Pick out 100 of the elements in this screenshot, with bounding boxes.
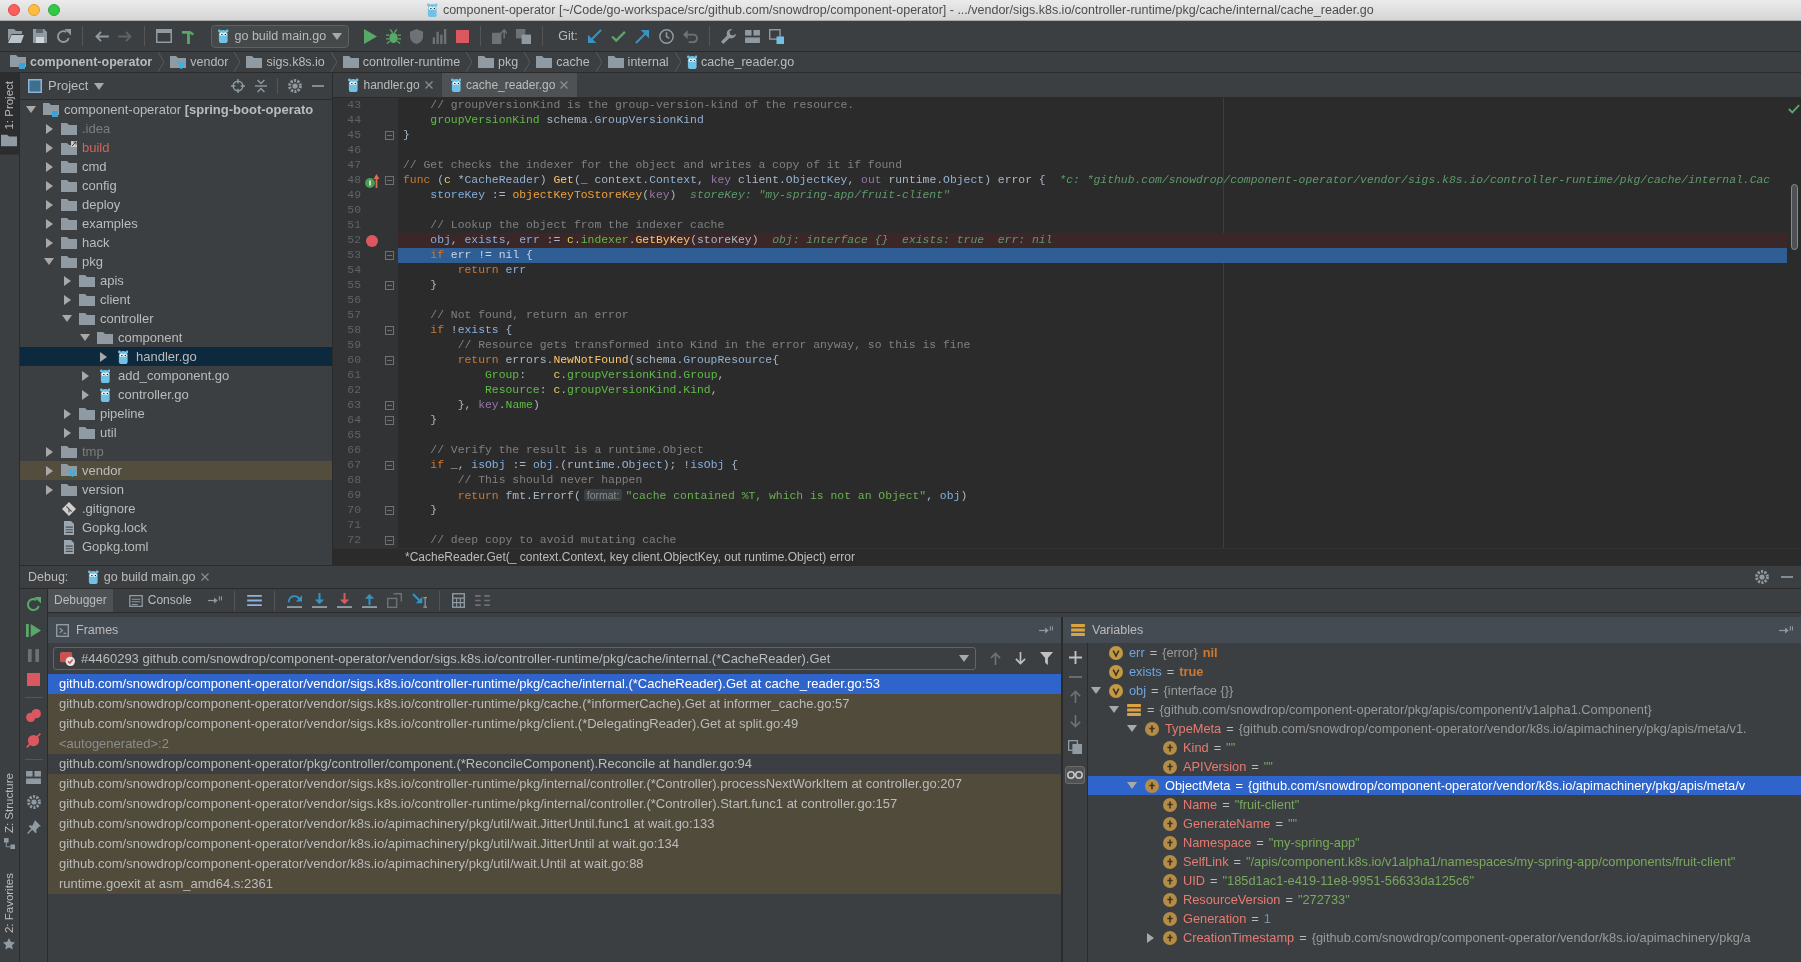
pause-icon[interactable] [28,649,39,662]
layers-icon[interactable] [516,28,532,44]
caret-down-icon[interactable] [1091,687,1101,694]
caret-down-icon[interactable] [1127,725,1137,732]
fold-marker-icon[interactable] [385,461,394,470]
fold-marker-icon[interactable] [385,536,394,545]
step-over-icon[interactable] [286,593,302,608]
hammer-icon[interactable] [181,28,196,44]
tree-item[interactable]: apis [20,271,332,290]
breakpoints-icon[interactable] [26,709,41,722]
breadcrumb-item[interactable]: controller-runtime [338,54,465,70]
fold-marker-icon[interactable] [385,326,394,335]
open-folder-icon[interactable] [8,29,24,43]
drop-frame-icon[interactable] [386,593,402,608]
watches-toggle[interactable] [1065,766,1085,784]
layout-icon[interactable] [26,771,41,784]
fold-marker-icon[interactable] [385,356,394,365]
stack-frame[interactable]: github.com/snowdrop/component-operator/vendor/sigs.k8s.io/controller-runtime/pkg/cache/internal.(*CacheReader).Get at cache_reader.go:53 [48,674,1061,694]
columns-icon[interactable] [474,595,490,606]
variable-item[interactable]: obj = {interface {}} [1088,681,1801,700]
breadcrumb-item[interactable]: internal [603,54,673,70]
tree-item[interactable]: util [20,423,332,442]
variable-item[interactable]: Generation = 1 [1088,909,1801,928]
variable-item[interactable]: UID = "185d1ac1-e419-11e8-9951-56633da125c6" [1088,871,1801,890]
fold-marker-icon[interactable] [385,506,394,515]
window-icon[interactable] [156,29,172,43]
breadcrumb-item[interactable]: cache [532,54,594,70]
project-view-dropdown[interactable]: Project [28,78,105,94]
back-arrow-icon[interactable] [94,30,109,42]
fold-marker-icon[interactable] [385,251,394,260]
calculator-icon[interactable] [451,593,465,608]
settings-icon[interactable] [1755,570,1769,584]
caret-down-icon[interactable] [62,315,72,322]
restore-layout-icon[interactable] [207,596,222,605]
tree-item[interactable]: config [20,176,332,195]
tree-item[interactable]: Gopkg.lock [20,518,332,537]
down-arrow-icon[interactable] [1015,652,1026,665]
variable-item[interactable]: TypeMeta = {github.com/snowdrop/component-operator/vendor/k8s.io/apimachinery/pkg/apis/meta/v1. [1088,719,1801,738]
resume-icon[interactable] [26,623,41,638]
variable-item[interactable]: ObjectMeta = {github.com/snowdrop/component-operator/vendor/k8s.io/apimachinery/pkg/apis/meta/v [1088,776,1801,795]
wrench-icon[interactable] [720,28,736,44]
rerun-icon[interactable] [26,597,41,612]
tree-item[interactable]: controller [20,309,332,328]
clock-icon[interactable] [658,28,674,44]
up-arrow-icon[interactable] [1069,690,1081,703]
step-into-icon[interactable] [311,593,327,608]
tree-item[interactable]: .gitignore [20,499,332,518]
window-zoom-button[interactable] [48,4,60,16]
caret-right-icon[interactable] [45,484,53,495]
variable-item[interactable]: err = {error} nil [1088,643,1801,662]
caret-right-icon[interactable] [45,123,53,134]
fold-marker-icon[interactable] [385,176,394,185]
run-configuration-dropdown[interactable]: go build main.go [211,24,350,48]
plus-icon[interactable] [1068,651,1082,664]
tree-item[interactable]: pkg [20,252,332,271]
scrollbar-thumb[interactable] [1790,184,1798,250]
caret-right-icon[interactable] [81,370,89,381]
caret-right-icon[interactable] [63,427,71,438]
tree-item[interactable]: cmd [20,157,332,176]
stack-frame[interactable]: github.com/snowdrop/component-operator/vendor/sigs.k8s.io/controller-runtime/pkg/internal/controller.(*Controller).Start.func1 at controller.go:157 [48,794,1061,814]
tool-window-tab[interactable]: 1: Project [0,73,19,155]
restore-layout-icon[interactable] [1779,625,1793,635]
thread-dropdown[interactable]: #4460293 github.com/snowdrop/component-operator/vendor/sigs.k8s.io/controller-runtime/pkg/cache/internal.(*CacheReader).Get [53,647,976,670]
close-icon[interactable] [560,81,569,89]
force-step-into-icon[interactable] [336,593,352,608]
fold-marker-icon[interactable] [385,131,394,140]
variable-item[interactable]: = {github.com/snowdrop/component-operator/pkg/apis/component/v1alpha1.Component} [1088,700,1801,719]
breadcrumb-item[interactable]: cache_reader.go [682,54,799,70]
settings-icon[interactable] [26,795,41,809]
stack-frame[interactable]: github.com/snowdrop/component-operator/vendor/sigs.k8s.io/controller-runtime/pkg/client.(*DelegatingReader).Get at split.go:49 [48,714,1061,734]
update-arrow-icon[interactable] [586,28,602,44]
save-icon[interactable] [33,29,47,43]
tree-item[interactable]: component-operator [spring-boot-operato [20,100,332,119]
layout-lines-icon[interactable] [246,595,262,606]
tree-item[interactable]: Gopkg.toml [20,537,332,556]
close-icon[interactable] [200,573,209,581]
tree-item[interactable]: add_component.go [20,366,332,385]
caret-right-icon[interactable] [45,465,53,476]
caret-right-icon[interactable] [81,389,89,400]
fold-marker-icon[interactable] [385,416,394,425]
run-icon[interactable] [364,28,378,44]
tree-item[interactable]: component [20,328,332,347]
variable-item[interactable]: APIVersion = "" [1088,757,1801,776]
mute-breakpoints-icon[interactable] [26,733,41,748]
session-tab[interactable]: go build main.go [80,566,217,588]
caret-right-icon[interactable] [45,180,53,191]
collapse-all-icon[interactable] [255,79,267,93]
caret-down-icon[interactable] [1127,782,1137,789]
caret-right-icon[interactable] [45,237,53,248]
stack-frame[interactable]: github.com/snowdrop/component-operator/vendor/sigs.k8s.io/controller-runtime/pkg/cache.(*informerCache).Get at informer_cache.go:57 [48,694,1061,714]
variable-item[interactable]: Namespace = "my-spring-app" [1088,833,1801,852]
stack-frame[interactable]: github.com/snowdrop/component-operator/vendor/sigs.k8s.io/controller-runtime/pkg/internal/controller.(*Controller).processNextWorkItem at controller.go:207 [48,774,1061,794]
breadcrumb-item[interactable]: sigs.k8s.io [242,54,329,70]
caret-right-icon[interactable] [1146,932,1154,943]
breadcrumb-item[interactable]: pkg [474,54,523,70]
stack-frame[interactable]: github.com/snowdrop/component-operator/vendor/k8s.io/apimachinery/pkg/util/wait.JitterUntil.func1 at wait.go:133 [48,814,1061,834]
variable-item[interactable]: ResourceVersion = "272733" [1088,890,1801,909]
stack-frame[interactable]: github.com/snowdrop/component-operator/vendor/k8s.io/apimachinery/pkg/util/wait.JitterUntil at wait.go:134 [48,834,1061,854]
caret-right-icon[interactable] [63,408,71,419]
fold-marker-icon[interactable] [385,281,394,290]
